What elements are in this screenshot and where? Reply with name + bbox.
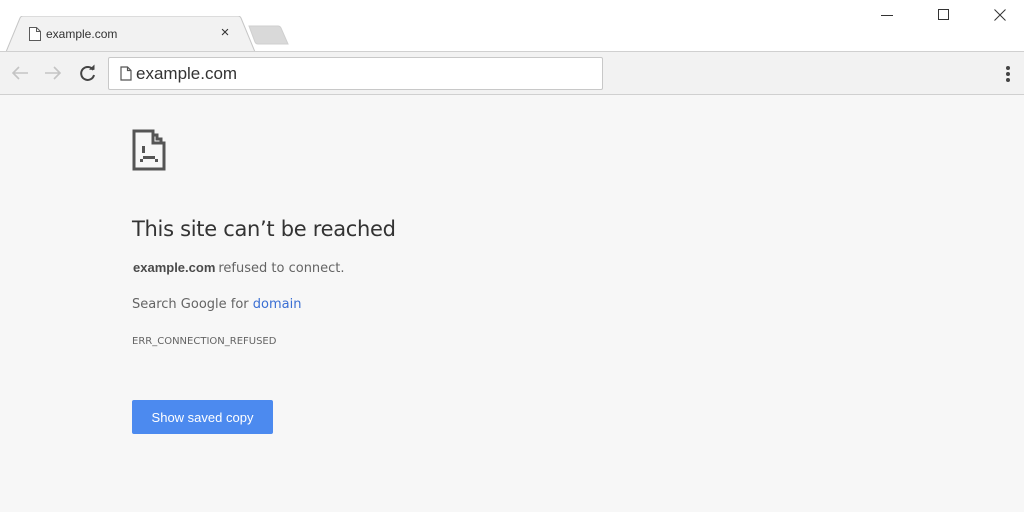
page-icon bbox=[120, 66, 132, 81]
sad-page-icon bbox=[132, 129, 166, 171]
new-tab-button[interactable] bbox=[248, 25, 290, 45]
search-prefix: Search Google for bbox=[132, 297, 253, 312]
close-icon bbox=[994, 9, 1006, 21]
search-suggestion: Search Google for domain bbox=[132, 297, 301, 312]
error-message: example.com refused to connect. bbox=[133, 260, 345, 276]
page-icon bbox=[29, 27, 41, 41]
minimize-button[interactable] bbox=[864, 2, 910, 28]
error-code: ERR_CONNECTION_REFUSED bbox=[132, 336, 277, 347]
show-saved-copy-button[interactable]: Show saved copy bbox=[132, 400, 273, 434]
kebab-menu-icon bbox=[1006, 66, 1010, 82]
maximize-icon bbox=[938, 9, 949, 20]
reload-button[interactable] bbox=[76, 61, 100, 85]
error-heading: This site can’t be reached bbox=[132, 217, 396, 241]
error-host: example.com bbox=[133, 260, 216, 275]
error-page: This site can’t be reached example.com re… bbox=[0, 96, 1024, 512]
close-window-button[interactable] bbox=[977, 2, 1023, 28]
arrow-left-icon bbox=[11, 66, 28, 80]
maximize-button[interactable] bbox=[921, 2, 967, 28]
tab-active[interactable]: example.com × bbox=[6, 16, 258, 52]
arrow-right-icon bbox=[45, 66, 62, 80]
address-bar[interactable] bbox=[108, 57, 603, 90]
tab-close-button[interactable]: × bbox=[217, 25, 233, 41]
address-input[interactable] bbox=[136, 64, 576, 84]
title-bar: example.com × bbox=[0, 0, 1024, 52]
search-link[interactable]: domain bbox=[253, 297, 302, 312]
tab-title: example.com bbox=[46, 27, 118, 41]
forward-button[interactable] bbox=[41, 61, 65, 85]
back-button[interactable] bbox=[8, 61, 32, 85]
toolbar bbox=[0, 51, 1024, 95]
reload-icon bbox=[80, 64, 95, 81]
menu-button[interactable] bbox=[996, 61, 1020, 87]
error-description: refused to connect. bbox=[218, 261, 345, 276]
minimize-icon bbox=[881, 15, 893, 16]
